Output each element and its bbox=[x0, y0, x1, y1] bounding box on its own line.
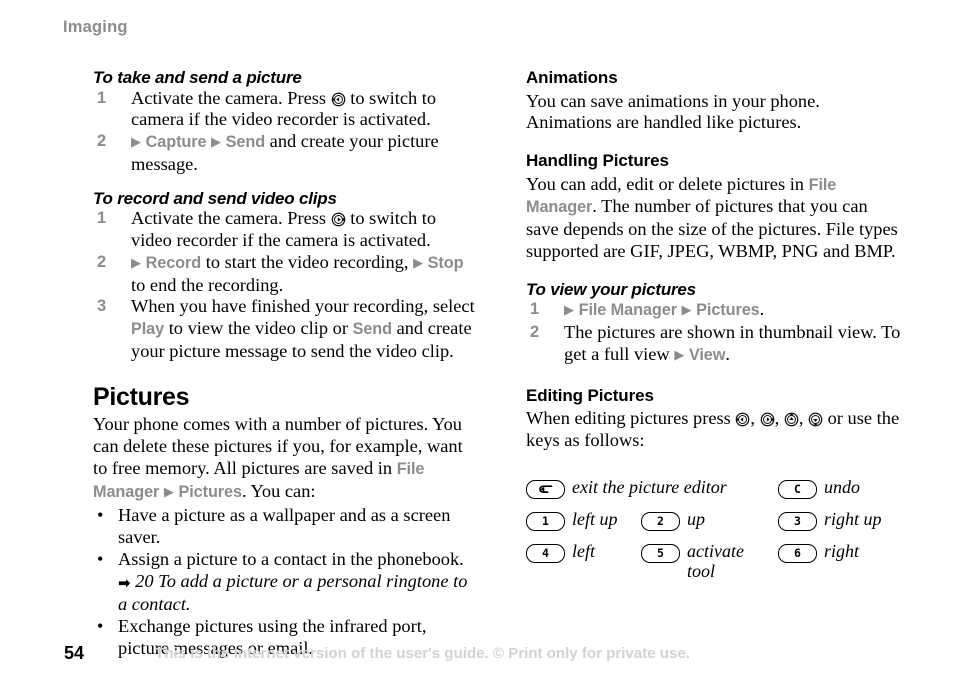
key-function-label: activate tool bbox=[687, 540, 744, 581]
menu-keyword: Pictures bbox=[696, 301, 760, 320]
list-item: • Assign a picture to a contact in the ph… bbox=[97, 548, 468, 615]
list-item: • Have a picture as a wallpaper and as a … bbox=[97, 505, 451, 548]
left-column: To take and send a picture 1 Activate the… bbox=[93, 68, 478, 660]
procedure-heading-take-send-picture: To take and send a picture bbox=[93, 68, 302, 87]
key-legend-row: 4 left 5 activate tool 6 right bbox=[526, 541, 904, 581]
menu-arrow-icon: ▶ bbox=[674, 347, 685, 363]
bullet-icon: • bbox=[97, 548, 104, 569]
menu-keyword: Send bbox=[352, 320, 393, 339]
menu-keyword: Play bbox=[131, 320, 165, 339]
footer-notice: This is the Internet version of the user… bbox=[155, 645, 690, 662]
menu-keyword: Record bbox=[145, 253, 202, 272]
key-legend-entry: exit the picture editor bbox=[526, 477, 727, 499]
key-legend-entry: 5 activate tool bbox=[641, 541, 744, 581]
step-number: 2 bbox=[530, 323, 540, 342]
menu-keyword: File Manager bbox=[93, 459, 425, 501]
steps-record-send-video: 1 Activate the camera. Press to switch to… bbox=[93, 208, 478, 363]
key-function-label: left bbox=[572, 540, 595, 561]
key-legend-entry: 1 left up bbox=[526, 509, 618, 531]
step-number: 1 bbox=[97, 209, 107, 228]
menu-keyword: Send bbox=[225, 133, 266, 152]
key-legend-row: exit the picture editor Cundo bbox=[526, 477, 904, 509]
menu-arrow-icon: ▶ bbox=[211, 134, 222, 150]
menu-arrow-icon: ▶ bbox=[131, 134, 141, 150]
key-cap-5: 5 bbox=[641, 543, 680, 563]
step-number: 2 bbox=[97, 132, 107, 151]
nav-key-left-icon bbox=[331, 92, 346, 107]
nav-key-right-icon bbox=[331, 212, 346, 227]
nav-key-up-icon bbox=[784, 412, 799, 427]
menu-keyword: File Manager bbox=[526, 175, 837, 217]
key-cap-2: 2 bbox=[641, 511, 680, 531]
right-column: Animations You can save animations in yo… bbox=[526, 68, 904, 581]
back-key-icon bbox=[526, 479, 565, 499]
nav-key-left-icon bbox=[735, 412, 750, 427]
menu-keyword: File Manager bbox=[578, 301, 677, 320]
key-legend-row: 1 left up 2 up 3 right up bbox=[526, 509, 904, 541]
key-cap-1: 1 bbox=[526, 511, 565, 531]
manual-page: Imaging To take and send a picture 1 Acti… bbox=[0, 0, 954, 677]
key-legend-table: exit the picture editor Cundo 1 left up 2 up 3… bbox=[526, 477, 904, 581]
menu-keyword: Stop bbox=[427, 253, 464, 272]
key-cap-4: 4 bbox=[526, 543, 565, 563]
procedure-heading-view-pictures: To view your pictures bbox=[526, 279, 696, 299]
key-legend-entry: 3 right up bbox=[778, 509, 882, 531]
procedure-step: 2 ▶ Record to start the video recording,… bbox=[97, 251, 464, 295]
key-legend-entry: 6 right bbox=[778, 541, 859, 563]
key-legend-entry: Cundo bbox=[778, 477, 860, 499]
step-number: 3 bbox=[97, 297, 107, 316]
menu-keyword: Capture bbox=[145, 133, 207, 152]
running-header: Imaging bbox=[63, 18, 128, 36]
step-number: 1 bbox=[97, 88, 107, 107]
menu-arrow-icon: ▶ bbox=[413, 254, 424, 270]
nav-key-down-icon bbox=[808, 412, 823, 427]
animations-paragraph: You can save animations in your phone. A… bbox=[526, 90, 820, 133]
menu-arrow-icon: ▶ bbox=[163, 483, 174, 499]
procedure-heading-record-send-video: To record and send video clips bbox=[93, 188, 337, 208]
step-number: 1 bbox=[530, 300, 540, 319]
pictures-intro-paragraph: Your phone comes with a number of pictur… bbox=[93, 414, 463, 501]
nav-key-right-icon bbox=[760, 412, 775, 427]
section-heading-editing-pictures: Editing Pictures bbox=[526, 385, 654, 405]
bullet-icon: • bbox=[97, 505, 104, 526]
section-heading-animations: Animations bbox=[526, 68, 618, 87]
key-cap-6: 6 bbox=[778, 543, 817, 563]
procedure-step: 2 The pictures are shown in thumbnail vie… bbox=[530, 322, 901, 365]
pictures-bullet-list: • Have a picture as a wallpaper and as a … bbox=[93, 505, 478, 660]
menu-keyword: Pictures bbox=[178, 482, 242, 501]
menu-keyword: View bbox=[688, 346, 726, 365]
key-function-label: right bbox=[824, 540, 860, 561]
steps-view-pictures: 1 ▶ File Manager ▶ Pictures. 2 The picture… bbox=[526, 299, 904, 366]
handling-pictures-paragraph: You can add, edit or delete pictures in … bbox=[526, 173, 898, 262]
key-cap-3: 3 bbox=[778, 511, 817, 531]
editing-pictures-paragraph: When editing pictures press , , , or use… bbox=[526, 408, 900, 451]
procedure-step: 1 ▶ File Manager ▶ Pictures. bbox=[530, 299, 765, 320]
section-heading-pictures: Pictures bbox=[93, 382, 190, 411]
menu-arrow-icon: ▶ bbox=[564, 302, 574, 318]
procedure-step: 1 Activate the camera. Press to switch to… bbox=[97, 87, 437, 130]
key-function-label: right up bbox=[824, 508, 882, 529]
bullet-icon: • bbox=[97, 616, 104, 637]
cross-reference-arrow-icon: ➡ bbox=[118, 573, 131, 592]
page-number: 54 bbox=[64, 643, 85, 663]
procedure-step: 3 When you have finished your recording, … bbox=[97, 296, 475, 362]
procedure-step: 2 ▶ Capture ▶ Send and create your pictu… bbox=[97, 131, 439, 174]
key-function-label: left up bbox=[572, 508, 618, 529]
key-function-label: up bbox=[687, 508, 705, 529]
procedure-step: 1 Activate the camera. Press to switch to… bbox=[97, 208, 437, 251]
menu-arrow-icon: ▶ bbox=[131, 254, 141, 270]
menu-arrow-icon: ▶ bbox=[681, 302, 692, 318]
cross-reference-text: 20 To add a picture or a personal ringto… bbox=[118, 570, 468, 615]
key-legend-entry: 4 left bbox=[526, 541, 595, 563]
key-function-label: undo bbox=[824, 476, 860, 497]
key-cap-c: C bbox=[778, 479, 817, 499]
step-number: 2 bbox=[97, 252, 107, 271]
steps-take-send-picture: 1 Activate the camera. Press to switch to… bbox=[93, 88, 478, 176]
section-heading-handling-pictures: Handling Pictures bbox=[526, 151, 669, 171]
key-function-label: exit the picture editor bbox=[572, 476, 727, 497]
key-legend-entry: 2 up bbox=[641, 509, 705, 531]
